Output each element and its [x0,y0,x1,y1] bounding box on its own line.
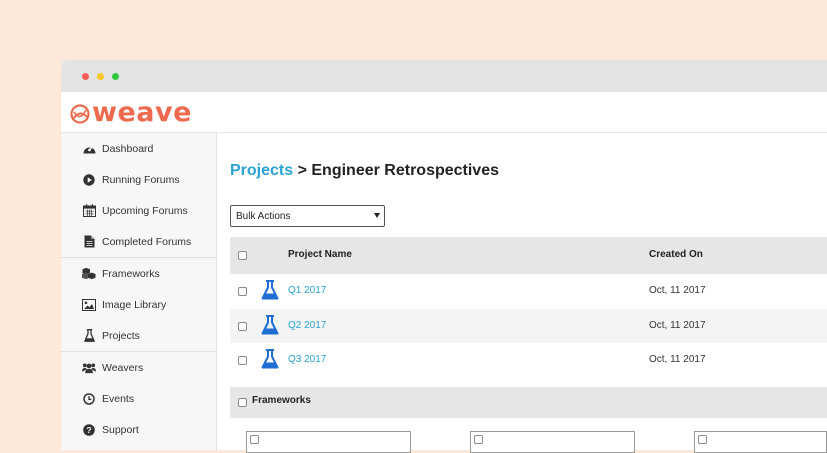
sidebar-item-label: Upcoming Forums [102,204,188,217]
calendar-icon [82,204,96,218]
logo-text: weave [92,96,192,128]
cubes-icon [82,267,96,281]
sidebar-item-support[interactable]: ? Support [61,414,216,445]
select-all-checkbox[interactable] [238,251,247,260]
project-name-link[interactable]: Q1 2017 [288,285,326,296]
breadcrumb-separator: > [293,162,312,179]
column-header-created-on[interactable]: Created On [649,249,703,260]
weave-logo-icon [70,104,90,124]
created-on-value: Oct, 11 2017 [649,354,706,365]
frameworks-section-header: Frameworks [230,387,827,418]
project-name-link[interactable]: Q3 2017 [288,354,326,365]
breadcrumb-current: Engineer Retrospectives [311,162,499,179]
sidebar-item-label: Events [102,392,135,405]
sidebar-item-projects[interactable]: Projects [61,320,216,351]
breadcrumb-projects-link[interactable]: Projects [230,162,293,179]
sidebar-item-label: Support [102,423,139,436]
sidebar-item-label: Completed Forums [102,235,192,248]
sidebar-item-weavers[interactable]: Weavers [61,352,216,383]
row-checkbox[interactable] [238,287,247,296]
frameworks-section-label: Frameworks [252,395,311,406]
project-name-link[interactable]: Q2 2017 [288,320,326,331]
framework-checkbox[interactable] [474,435,483,444]
window-maximize-button[interactable] [112,73,119,80]
main-content: Projects > Engineer Retrospectives Bulk … [217,0,827,453]
flask-icon[interactable] [261,280,279,300]
caret-down-icon [374,213,380,218]
created-on-value: Oct, 11 2017 [649,320,706,331]
sidebar: Dashboard Running Forums Upcoming Forums… [61,133,217,450]
flask-icon[interactable] [261,349,279,369]
sidebar-item-events[interactable]: Events [61,383,216,414]
clock-icon [82,392,96,406]
sidebar-item-label: Running Forums [102,173,180,186]
created-on-value: Oct, 11 2017 [649,285,706,296]
tachometer-icon [82,142,96,156]
sidebar-item-dashboard[interactable]: Dashboard [61,133,216,164]
sidebar-item-frameworks[interactable]: Frameworks [61,258,216,289]
weave-logo[interactable]: weave [69,96,192,128]
flask-icon [82,329,96,343]
sidebar-item-label: Dashboard [102,142,154,155]
sidebar-item-running-forums[interactable]: Running Forums [61,164,216,195]
play-circle-icon [82,173,96,187]
framework-checkbox[interactable] [698,435,707,444]
sidebar-item-label: Frameworks [102,267,160,280]
sidebar-item-label: Projects [102,329,140,342]
column-header-project-name[interactable]: Project Name [288,249,352,260]
file-icon [82,235,96,249]
question-circle-icon: ? [82,423,96,437]
window-minimize-button[interactable] [97,73,104,80]
table-row: Q3 2017 Oct, 11 2017 [230,343,827,377]
table-row: Q2 2017 Oct, 11 2017 [230,309,827,343]
row-checkbox[interactable] [238,356,247,365]
users-icon [82,361,96,375]
sidebar-border [216,133,217,450]
row-checkbox[interactable] [238,322,247,331]
table-row: Q1 2017 Oct, 11 2017 [230,274,827,308]
sidebar-item-image-library[interactable]: Image Library [61,289,216,320]
page-title: Projects > Engineer Retrospectives [230,162,499,180]
bulk-actions-value: Bulk Actions [236,211,291,222]
table-header: Project Name Created On [230,237,827,274]
sidebar-item-label: Image Library [102,298,167,311]
frameworks-select-all-checkbox[interactable] [238,398,247,407]
svg-text:?: ? [86,425,91,435]
sidebar-item-label: Weavers [102,361,144,374]
window-close-button[interactable] [82,73,89,80]
sidebar-item-completed-forums[interactable]: Completed Forums [61,226,216,257]
bulk-actions-select[interactable]: Bulk Actions [230,205,385,227]
image-icon [82,298,96,312]
framework-checkbox[interactable] [250,435,259,444]
sidebar-item-upcoming-forums[interactable]: Upcoming Forums [61,195,216,226]
flask-icon[interactable] [261,315,279,335]
